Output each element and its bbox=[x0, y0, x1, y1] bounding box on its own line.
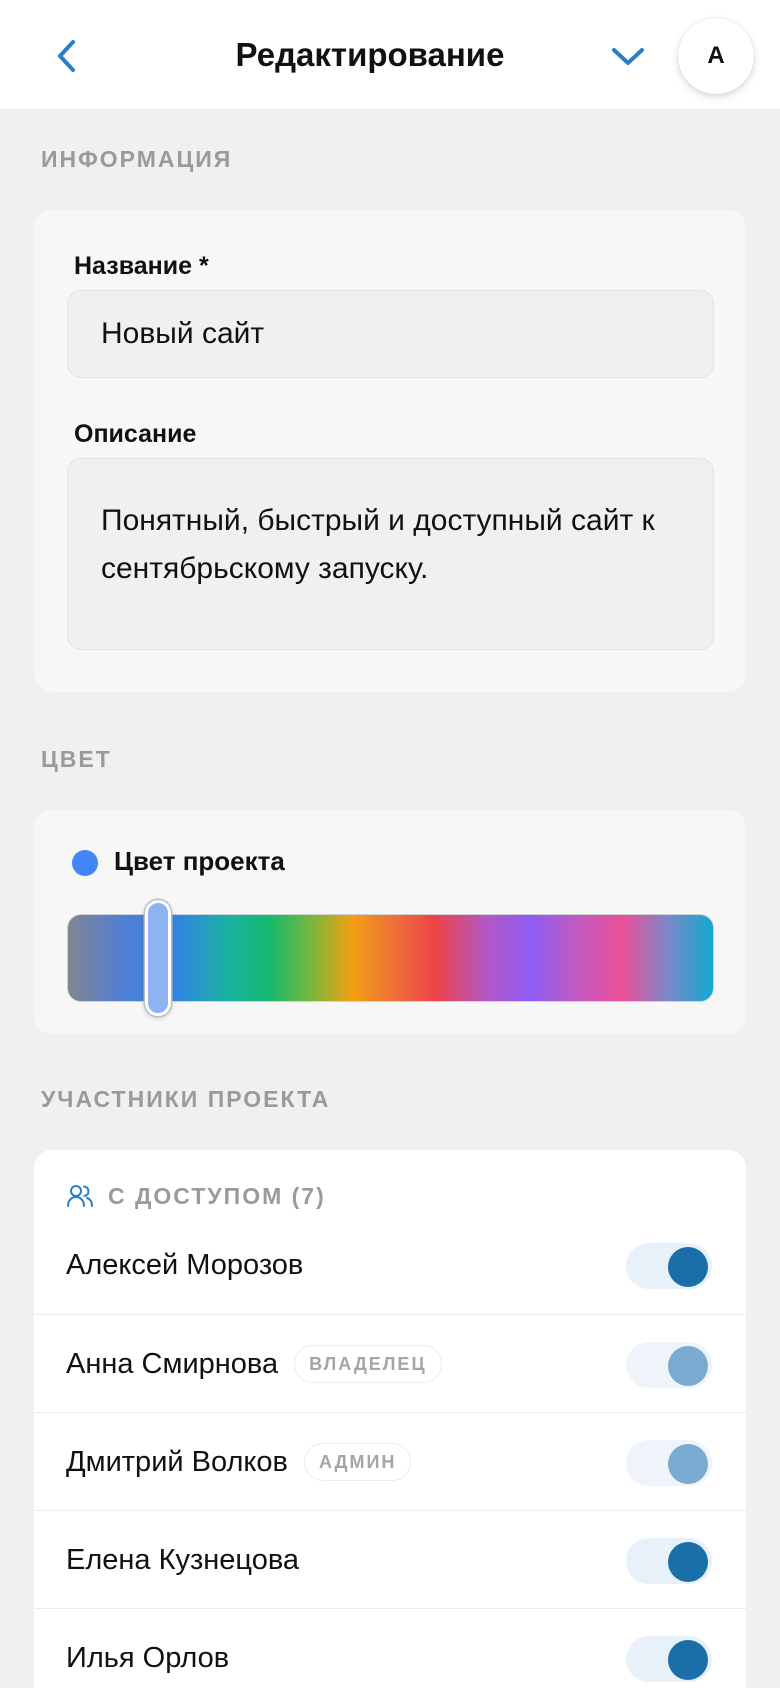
color-preview-dot bbox=[72, 850, 98, 876]
members-card: С ДОСТУПОМ (7) Алексей Морозов Анна Смирн… bbox=[34, 1150, 746, 1688]
toggle-knob bbox=[668, 1542, 708, 1582]
member-name: Елена Кузнецова bbox=[66, 1511, 299, 1609]
member-access-toggle[interactable] bbox=[626, 1243, 712, 1289]
description-label: Описание bbox=[74, 420, 197, 448]
member-access-toggle[interactable] bbox=[626, 1636, 712, 1682]
color-card: Цвет проекта bbox=[34, 810, 746, 1034]
toggle-knob bbox=[668, 1640, 708, 1680]
avatar[interactable]: A bbox=[678, 18, 754, 94]
description-textarea[interactable]: Понятный, быстрый и доступный сайт к сен… bbox=[67, 458, 714, 650]
member-name-text: Елена Кузнецова bbox=[66, 1543, 300, 1576]
member-row: Дмитрий Волков АДМИН bbox=[34, 1412, 746, 1510]
role-badge: АДМИН bbox=[303, 1443, 412, 1481]
name-label: Название * bbox=[74, 252, 209, 280]
members-access-count: С ДОСТУПОМ (7) bbox=[108, 1182, 326, 1209]
member-row: Елена Кузнецова bbox=[34, 1510, 746, 1608]
color-title: Цвет проекта bbox=[114, 846, 285, 876]
role-badge: ВЛАДЕЛЕЦ bbox=[294, 1345, 442, 1383]
member-access-toggle bbox=[626, 1342, 712, 1388]
member-access-toggle bbox=[626, 1440, 712, 1486]
toggle-knob bbox=[668, 1444, 708, 1484]
section-color-heading: ЦВЕТ bbox=[41, 746, 112, 772]
color-slider-thumb[interactable] bbox=[144, 900, 171, 1016]
info-card: Название * Новый сайт Описание Понятный,… bbox=[34, 210, 746, 692]
member-name: Дмитрий Волков АДМИН bbox=[66, 1413, 412, 1511]
chevron-left-icon bbox=[58, 40, 75, 72]
chevron-down-icon bbox=[612, 48, 644, 65]
member-row: Анна Смирнова ВЛАДЕЛЕЦ bbox=[34, 1314, 746, 1412]
members-access-header: С ДОСТУПОМ (7) bbox=[66, 1176, 326, 1216]
collapse-button[interactable] bbox=[604, 32, 652, 80]
member-name: Илья Орлов bbox=[66, 1609, 229, 1688]
member-name-text: Анна Смирнова bbox=[66, 1347, 279, 1380]
back-button[interactable] bbox=[44, 30, 88, 82]
member-name: Анна Смирнова ВЛАДЕЛЕЦ bbox=[66, 1315, 442, 1413]
member-name-text: Дмитрий Волков bbox=[66, 1445, 288, 1478]
toggle-knob bbox=[668, 1346, 708, 1386]
member-name-text: Илья Орлов bbox=[66, 1641, 230, 1674]
section-info-heading: ИНФОРМАЦИЯ bbox=[41, 146, 233, 172]
member-row: Алексей Морозов bbox=[34, 1216, 746, 1314]
section-members-heading: УЧАСТНИКИ ПРОЕКТА bbox=[41, 1086, 331, 1112]
member-row: Илья Орлов bbox=[34, 1608, 746, 1688]
name-input[interactable]: Новый сайт bbox=[67, 290, 714, 378]
top-bar: Редактирование A bbox=[0, 0, 780, 110]
member-access-toggle[interactable] bbox=[626, 1538, 712, 1584]
member-name-text: Алексей Морозов bbox=[66, 1248, 304, 1281]
toggle-knob bbox=[668, 1247, 708, 1287]
member-name: Алексей Морозов bbox=[66, 1216, 303, 1314]
users-icon bbox=[67, 1185, 93, 1207]
